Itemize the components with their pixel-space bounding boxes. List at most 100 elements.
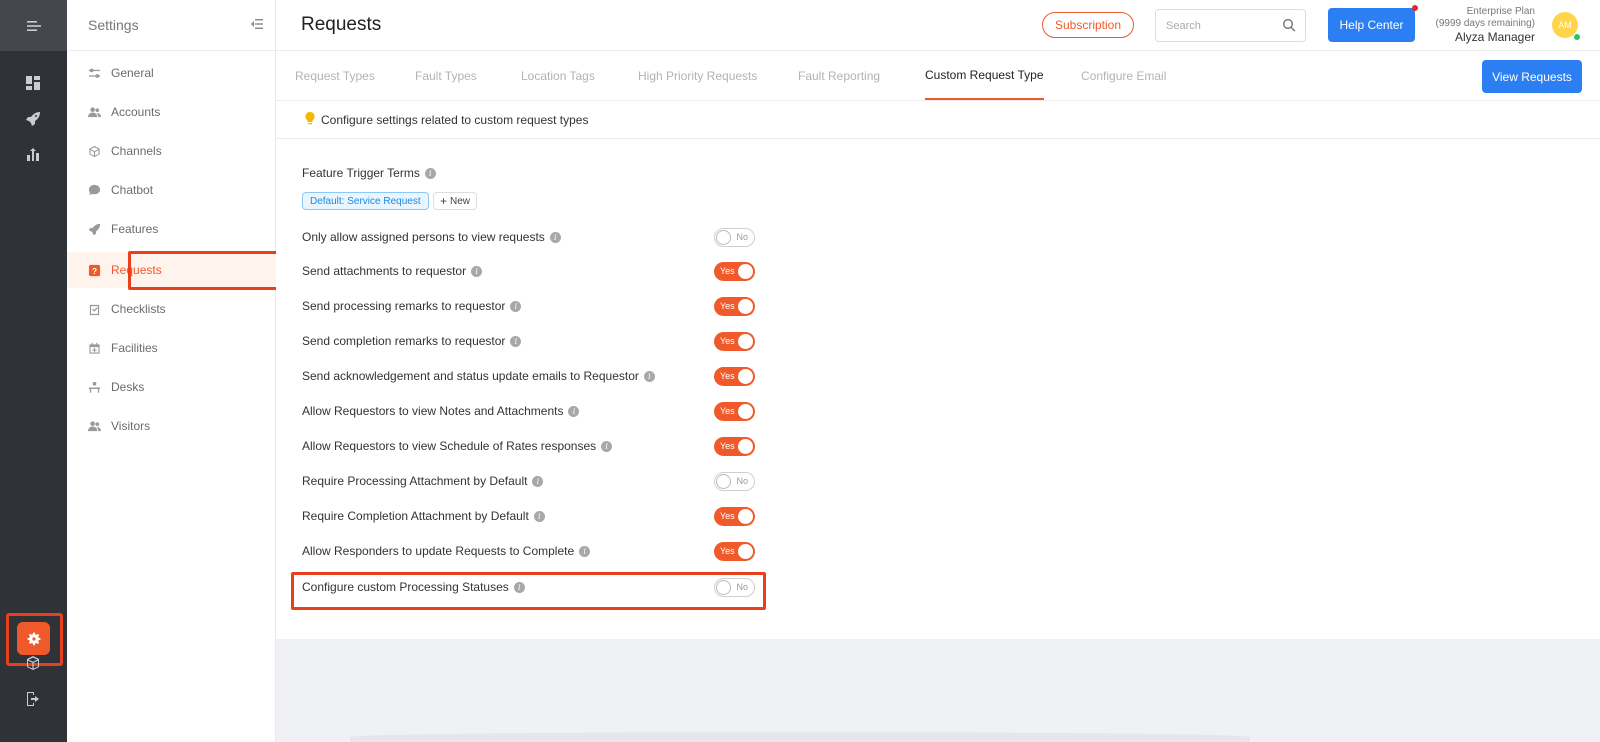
- require-processing-attachment-toggle[interactable]: No: [714, 472, 755, 491]
- view-schedule-of-rates-toggle[interactable]: Yes: [714, 437, 755, 456]
- info-icon[interactable]: i: [643, 370, 655, 382]
- tab-configure-email[interactable]: Configure Email: [1081, 51, 1166, 101]
- toggle-state: Yes: [720, 546, 735, 556]
- toggle-state: Yes: [720, 441, 735, 451]
- send-completion-remarks-toggle[interactable]: Yes: [714, 332, 755, 351]
- sidebar-item-facilities[interactable]: Facilities: [67, 330, 276, 366]
- package-icon: [27, 656, 39, 670]
- default-service-request-tag[interactable]: Default: Service Request: [302, 192, 429, 210]
- setting-row: Allow Requestors to view Schedule of Rat…: [302, 433, 762, 459]
- plus-icon: +: [440, 194, 448, 208]
- sidebar-item-label: Accounts: [111, 105, 161, 119]
- rail-analytics-button[interactable]: [20, 142, 46, 168]
- sidebar-item-accounts[interactable]: Accounts: [67, 94, 276, 130]
- toggle-state: Yes: [720, 371, 735, 381]
- setting-label: Allow Requestors to view Notes and Attac…: [302, 404, 580, 418]
- sidebar-item-desks[interactable]: Desks: [67, 369, 276, 405]
- chat-icon: [87, 183, 101, 197]
- plan-name: Enterprise Plan: [1466, 6, 1535, 17]
- sidebar-item-features[interactable]: Features: [67, 211, 276, 247]
- user-name[interactable]: Alyza Manager: [1436, 30, 1535, 45]
- toggle-knob: [716, 474, 731, 489]
- tab-fault-types[interactable]: Fault Types: [415, 51, 477, 101]
- search-input[interactable]: [1156, 10, 1271, 41]
- toggle-state: No: [736, 232, 748, 242]
- require-completion-attachment-toggle[interactable]: Yes: [714, 507, 755, 526]
- sidebar-item-label: General: [111, 66, 154, 80]
- view-notes-attachments-toggle[interactable]: Yes: [714, 402, 755, 421]
- setting-row: Send processing remarks to requestor i Ye…: [302, 293, 762, 319]
- tab-fault-reporting[interactable]: Fault Reporting: [798, 51, 880, 101]
- info-icon[interactable]: i: [579, 545, 591, 557]
- setting-label: Send attachments to requestor i: [302, 264, 483, 278]
- info-icon[interactable]: i: [533, 510, 545, 522]
- tab-custom-request-type[interactable]: Custom Request Type: [925, 51, 1044, 100]
- sidebar-item-channels[interactable]: Channels: [67, 133, 276, 169]
- page-title: Requests: [301, 14, 382, 35]
- info-icon[interactable]: i: [471, 265, 483, 277]
- send-status-emails-toggle[interactable]: Yes: [714, 367, 755, 386]
- collapse-sidebar-button[interactable]: [250, 17, 264, 34]
- responders-complete-toggle[interactable]: Yes: [714, 542, 755, 561]
- info-icon[interactable]: i: [568, 405, 580, 417]
- setting-label: Send completion remarks to requestor i: [302, 334, 522, 348]
- feature-trigger-text: Feature Trigger Terms: [302, 166, 420, 180]
- sidebar-item-label: Checklists: [111, 302, 166, 316]
- toggle-state: No: [736, 476, 748, 486]
- tab-high-priority-requests[interactable]: High Priority Requests: [638, 51, 757, 101]
- sidebar-item-label: Visitors: [111, 419, 151, 433]
- setting-row: Require Completion Attachment by Default…: [302, 503, 762, 529]
- info-icon[interactable]: i: [532, 475, 544, 487]
- rail-package-button[interactable]: [20, 650, 46, 676]
- sidebar-item-chatbot[interactable]: Chatbot: [67, 172, 276, 208]
- setting-label-text: Only allow assigned persons to view requ…: [302, 230, 545, 244]
- rail-logout-button[interactable]: [20, 686, 46, 712]
- visitors-icon: [87, 419, 101, 433]
- toggle-knob: [738, 299, 753, 314]
- setting-label-text: Send processing remarks to requestor: [302, 299, 506, 313]
- info-icon[interactable]: i: [424, 167, 436, 179]
- tip-text: Configure settings related to custom req…: [321, 112, 589, 127]
- tab-request-types[interactable]: Request Types: [295, 51, 375, 101]
- setting-label-text: Allow Requestors to view Notes and Attac…: [302, 404, 564, 418]
- feature-trigger-label: Feature Trigger Terms i: [302, 166, 436, 180]
- setting-label-text: Send attachments to requestor: [302, 264, 467, 278]
- search-icon[interactable]: [1282, 18, 1296, 35]
- setting-row: Send acknowledgement and status update e…: [302, 363, 762, 389]
- help-center-button[interactable]: Help Center: [1328, 8, 1415, 42]
- toggle-knob: [738, 334, 753, 349]
- cube-icon: [87, 144, 101, 158]
- view-requests-button[interactable]: View Requests: [1482, 60, 1582, 93]
- svg-text:?: ?: [91, 265, 96, 275]
- toggle-state: Yes: [720, 406, 735, 416]
- info-icon[interactable]: i: [601, 440, 613, 452]
- add-term-button[interactable]: + New: [433, 192, 478, 210]
- sidebar-item-visitors[interactable]: Visitors: [67, 408, 276, 444]
- send-attachments-toggle[interactable]: Yes: [714, 262, 755, 281]
- setting-row: Allow Requestors to view Notes and Attac…: [302, 398, 762, 424]
- send-processing-remarks-toggle[interactable]: Yes: [714, 297, 755, 316]
- info-icon[interactable]: i: [510, 335, 522, 347]
- subscription-button[interactable]: Subscription: [1042, 12, 1134, 38]
- checklist-icon: [87, 302, 101, 316]
- sidebar-item-label: Desks: [111, 380, 145, 394]
- rocket-icon: [26, 112, 40, 126]
- rocket-icon: [87, 222, 101, 236]
- only-assigned-view-toggle[interactable]: No: [714, 228, 755, 247]
- notification-dot: [1412, 5, 1418, 11]
- tab-bar: Request Types Fault Types Location Tags …: [276, 51, 1600, 101]
- rail-features-button[interactable]: [20, 106, 46, 132]
- sidebar-item-checklists[interactable]: Checklists: [67, 291, 276, 327]
- sidebar-item-general[interactable]: General: [67, 55, 276, 91]
- rail-dashboard-button[interactable]: [20, 70, 46, 96]
- toggle-state: Yes: [720, 511, 735, 521]
- rail-expand-button[interactable]: [0, 0, 67, 51]
- setting-label: Require Processing Attachment by Default…: [302, 474, 544, 488]
- tip-banner: Configure settings related to custom req…: [276, 101, 1600, 139]
- info-icon[interactable]: i: [549, 231, 561, 243]
- tab-location-tags[interactable]: Location Tags: [521, 51, 595, 101]
- setting-label: Require Completion Attachment by Default…: [302, 509, 545, 523]
- setting-row: Send completion remarks to requestor i Ye…: [302, 328, 762, 354]
- info-icon[interactable]: i: [510, 300, 522, 312]
- sliders-icon: [87, 66, 101, 80]
